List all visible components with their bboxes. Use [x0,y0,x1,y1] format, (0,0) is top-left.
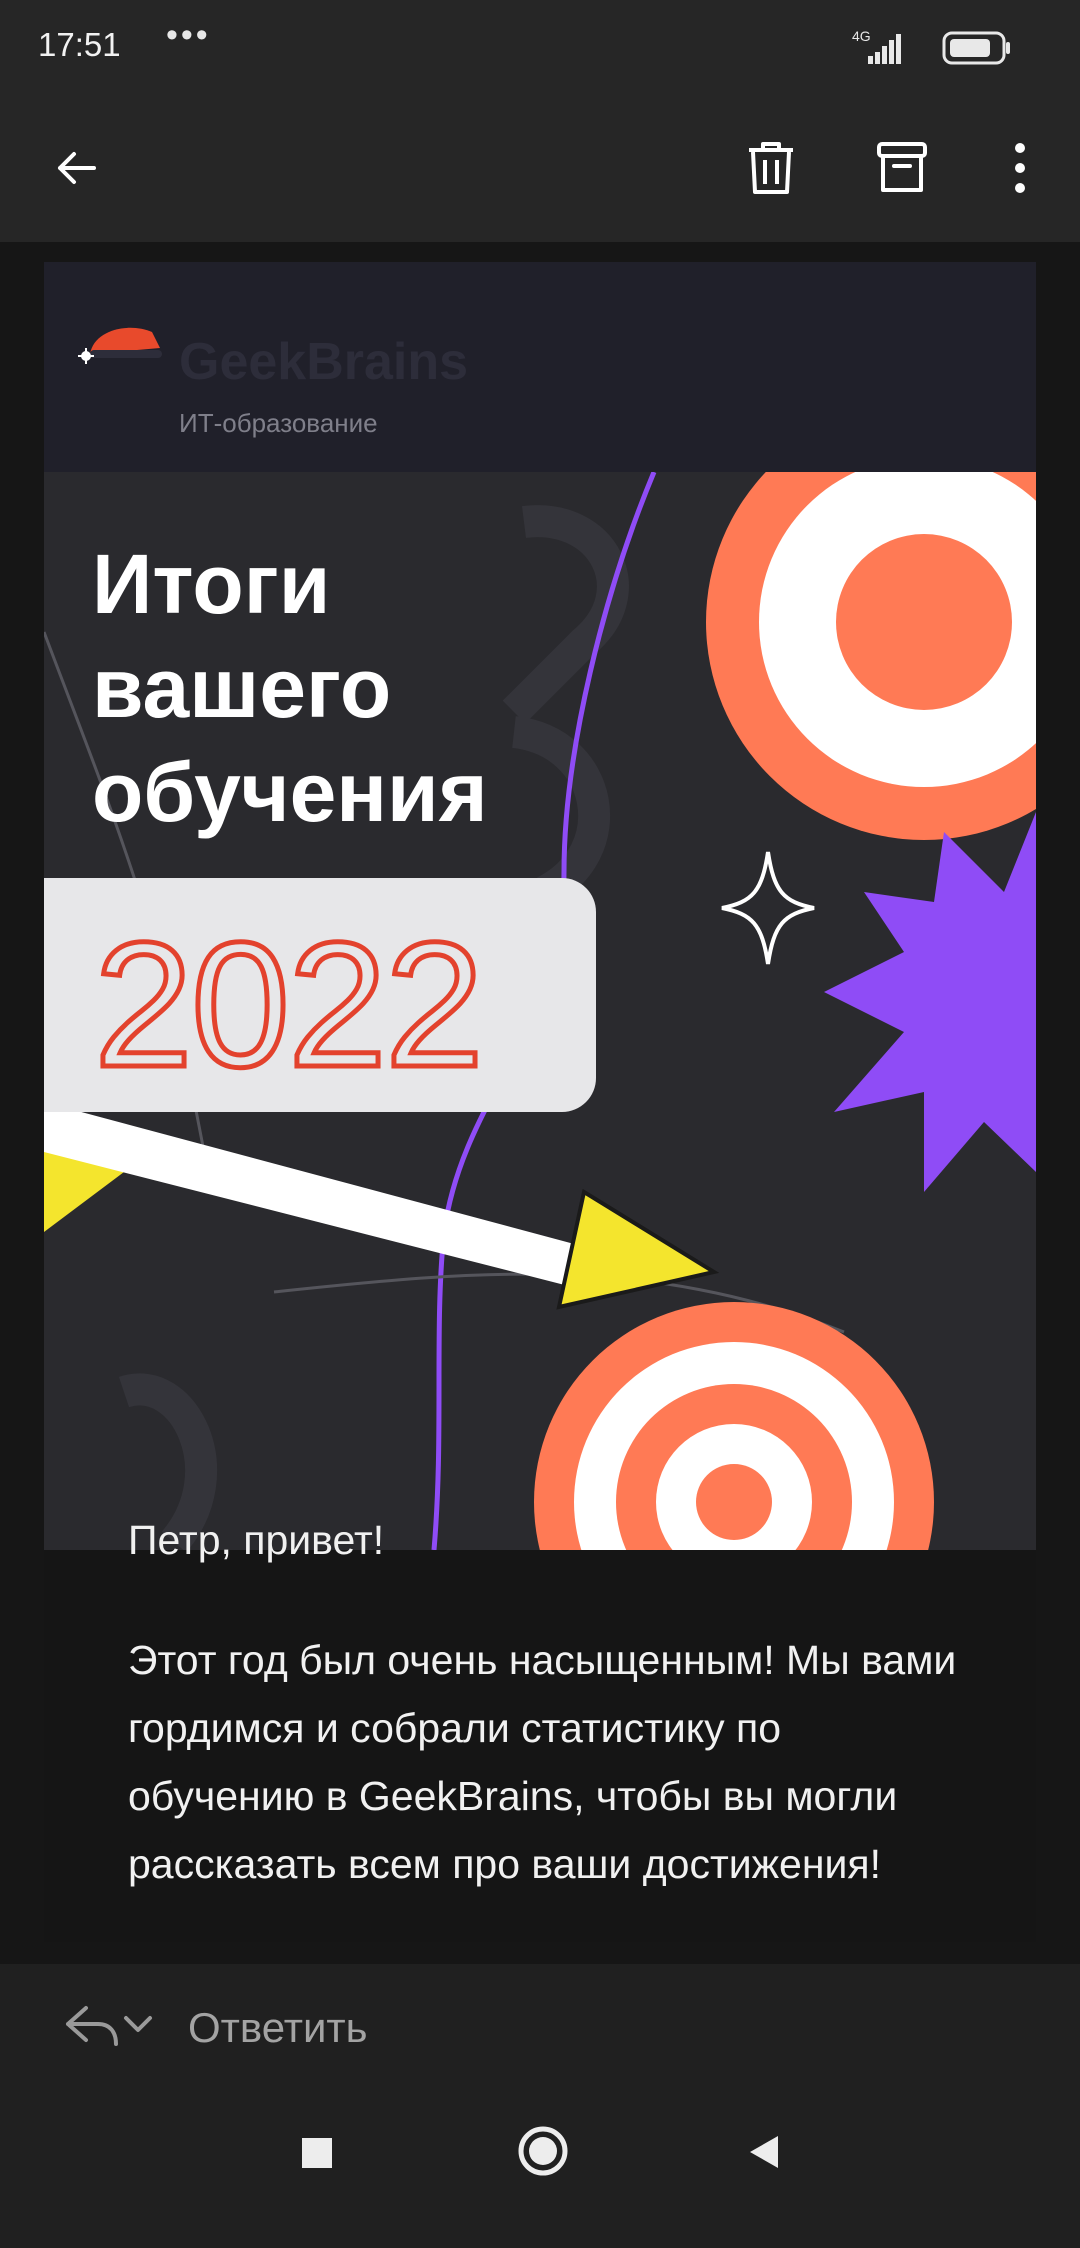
purple-starburst [824,812,1036,1192]
email-body: GeekBrains ИТ-образование Итоги вашего о… [0,242,1080,1964]
recents-square-icon [302,2138,332,2168]
reply-bar: Ответить [0,1964,1080,2084]
archive-button[interactable] [862,128,942,208]
app-bar [0,96,1080,242]
banner-title-line-2: вашего [92,641,392,735]
reply-options-button[interactable] [48,1994,158,2054]
banner-title: Итоги вашего обучения [92,532,612,844]
email-text: Петр, привет! Этот год был очень насыщен… [128,1506,968,1898]
reply-icon [66,2006,152,2046]
email-header: GeekBrains ИТ-образование [44,262,1036,472]
arrow-shaft [44,1102,604,1292]
sparkle-icon [721,851,815,965]
status-more-dots: ••• [166,16,211,54]
system-nav-bar [0,2084,1080,2248]
greeting-text: Петр, привет! [128,1517,385,1563]
signal-icon: 4G [852,28,1010,65]
battery-icon [942,31,1010,65]
home-button[interactable] [516,2124,570,2178]
trash-icon [749,142,793,194]
back-triangle-icon [750,2136,778,2168]
reply-button[interactable]: Ответить [188,2004,368,2052]
arrow-head [556,1188,720,1310]
home-circle-icon [518,2126,568,2176]
year-label: 2022 [92,903,487,1107]
chevron-down-icon [124,2016,152,2032]
status-icons: 4G [844,28,1044,68]
intro-paragraph: Этот год был очень насыщенным! Мы вами г… [128,1637,957,1887]
email-content[interactable]: GeekBrains ИТ-образование Итоги вашего о… [0,242,1080,1964]
more-options-button[interactable] [980,128,1060,208]
logo-santa-hat-icon [78,327,162,364]
status-bar: 17:51 ••• 4G [0,0,1080,96]
banner-title-line-3: обучения [92,745,488,839]
nav-back-button[interactable] [744,2132,784,2172]
banner-title-line-1: Итоги [92,537,331,631]
recents-button[interactable] [300,2136,334,2168]
status-time: 17:51 [38,26,121,63]
delete-button[interactable] [731,128,811,208]
back-arrow-icon [58,152,96,184]
network-type-label: 4G [852,28,871,44]
more-vert-icon [1015,143,1025,193]
year-pill: 2022 [44,878,596,1112]
archive-icon [877,142,927,192]
promo-banner[interactable]: Итоги вашего обучения 2022 [44,472,1036,1550]
back-button[interactable] [36,128,116,208]
logo-subtitle: ИТ-образование [179,408,378,438]
logo-wordmark: GeekBrains [179,333,469,391]
email-card: GeekBrains ИТ-образование Итоги вашего о… [44,262,1036,1942]
